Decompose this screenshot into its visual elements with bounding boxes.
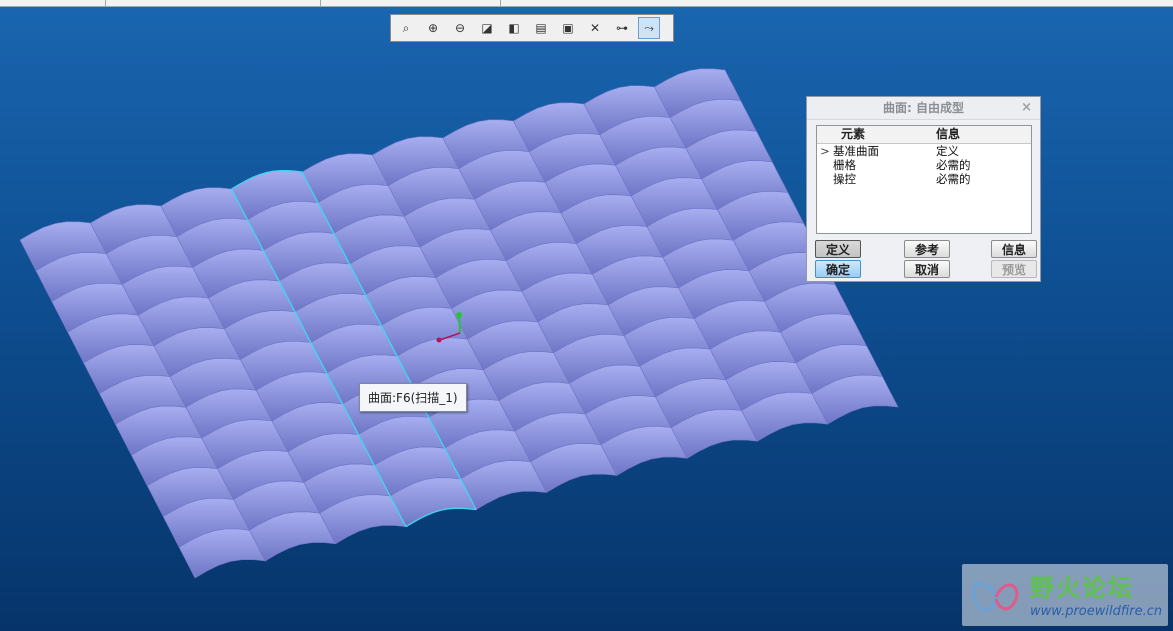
row-element: 栅格	[833, 158, 856, 172]
column-element: 元素	[841, 127, 866, 141]
expand-marker	[817, 172, 833, 186]
dialog-title: 曲面: 自由成型	[883, 101, 964, 115]
repaint-icon[interactable]: ◪	[476, 17, 498, 39]
close-icon[interactable]: ×	[1021, 97, 1032, 119]
element-list[interactable]: 元素 信息 > 基准曲面 定义 栅格 必需的 操控 必需的	[816, 125, 1032, 234]
expand-marker: >	[820, 144, 830, 158]
row-info: 必需的	[936, 172, 971, 186]
row-info: 必需的	[936, 158, 971, 172]
refit-icon[interactable]: ⌕	[395, 17, 417, 39]
reference-button[interactable]: 参考	[904, 240, 950, 258]
ok-button[interactable]: 确定	[815, 260, 861, 278]
list-item[interactable]: > 基准曲面 定义	[817, 144, 1031, 158]
zoom-out-icon[interactable]: ⊖	[449, 17, 471, 39]
spin-center-icon[interactable]: ⤳	[638, 17, 660, 39]
view-toolbar: ⌕ ⊕ ⊖ ◪ ◧ ▤ ▣ ✕ ⊶ ⤳	[390, 14, 674, 42]
expand-marker	[817, 158, 833, 172]
cancel-button[interactable]: 取消	[904, 260, 950, 278]
zoom-in-icon[interactable]: ⊕	[422, 17, 444, 39]
preview-button[interactable]: 预览	[991, 260, 1037, 278]
freeform-surface-mesh[interactable]	[0, 0, 1173, 631]
column-info: 信息	[936, 127, 961, 141]
watermark-url: www.proewildfire.cn	[1030, 604, 1163, 619]
view-manager-icon[interactable]: ▣	[557, 17, 579, 39]
selection-tooltip: 曲面:F6(扫描_1)	[359, 383, 467, 412]
row-element: 基准曲面	[833, 144, 879, 158]
list-item[interactable]: 操控 必需的	[817, 172, 1031, 186]
display-style-icon[interactable]: ◧	[503, 17, 525, 39]
datum-display-icon[interactable]: ✕	[584, 17, 606, 39]
list-item[interactable]: 栅格 必需的	[817, 158, 1031, 172]
define-button[interactable]: 定义	[815, 240, 861, 258]
butterfly-logo	[972, 581, 1019, 612]
dialog-titlebar[interactable]: 曲面: 自由成型 ×	[807, 97, 1040, 120]
freeform-surface-dialog: 曲面: 自由成型 × 元素 信息 > 基准曲面 定义 栅格 必需的 操控 必需的…	[806, 96, 1041, 282]
watermark-title: 野火论坛	[1030, 574, 1134, 602]
info-button[interactable]: 信息	[991, 240, 1037, 258]
forum-watermark: 野火论坛 www.proewildfire.cn	[962, 564, 1168, 626]
row-element: 操控	[833, 172, 856, 186]
annotation-display-icon[interactable]: ⊶	[611, 17, 633, 39]
list-header: 元素 信息	[817, 126, 1031, 144]
row-info: 定义	[936, 144, 959, 158]
saved-views-icon[interactable]: ▤	[530, 17, 552, 39]
